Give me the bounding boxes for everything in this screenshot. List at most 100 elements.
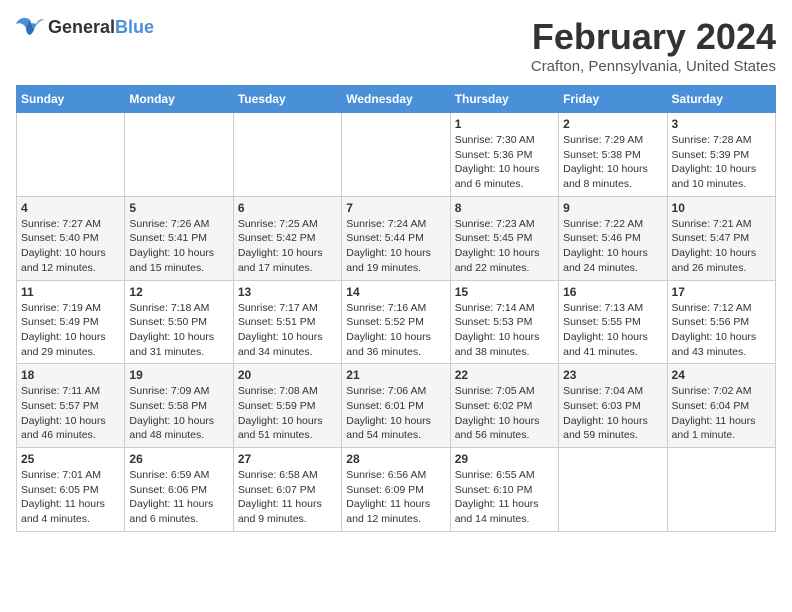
day-number: 10 bbox=[672, 201, 771, 215]
day-cell: 17Sunrise: 7:12 AM Sunset: 5:56 PM Dayli… bbox=[667, 280, 775, 364]
day-info: Sunrise: 7:08 AM Sunset: 5:59 PM Dayligh… bbox=[238, 384, 337, 443]
day-number: 24 bbox=[672, 368, 771, 382]
day-number: 4 bbox=[21, 201, 120, 215]
day-cell: 20 Sunrise: 7:08 AM Sunset: 5:59 PM Dayli… bbox=[233, 364, 341, 448]
day-info: Sunrise: 7:27 AM Sunset: 5:40 PM Dayligh… bbox=[21, 217, 120, 276]
day-cell: 29 Sunrise: 6:55 AM Sunset: 6:10 PM Dayli… bbox=[450, 448, 558, 532]
day-number: 28 bbox=[346, 452, 445, 466]
logo-blue: Blue bbox=[115, 17, 154, 37]
day-cell: 13 Sunrise: 7:17 AM Sunset: 5:51 PM Dayli… bbox=[233, 280, 341, 364]
day-info: Sunrise: 7:22 AM Sunset: 5:46 PM Dayligh… bbox=[563, 217, 662, 276]
day-number: 7 bbox=[346, 201, 445, 215]
day-cell: 10 Sunrise: 7:21 AM Sunset: 5:47 PM Dayli… bbox=[667, 196, 775, 280]
day-number: 27 bbox=[238, 452, 337, 466]
day-info: Sunrise: 7:17 AM Sunset: 5:51 PM Dayligh… bbox=[238, 301, 337, 360]
day-cell: 14Sunrise: 7:16 AM Sunset: 5:52 PM Dayli… bbox=[342, 280, 450, 364]
day-info: Sunrise: 7:23 AM Sunset: 5:45 PM Dayligh… bbox=[455, 217, 554, 276]
day-number: 22 bbox=[455, 368, 554, 382]
weekday-header-tuesday: Tuesday bbox=[233, 86, 341, 113]
day-cell: 27 Sunrise: 6:58 AM Sunset: 6:07 PM Dayli… bbox=[233, 448, 341, 532]
day-info: Sunrise: 7:02 AM Sunset: 6:04 PM Dayligh… bbox=[672, 384, 771, 443]
day-info: Sunrise: 7:26 AM Sunset: 5:41 PM Dayligh… bbox=[129, 217, 228, 276]
day-info: Sunrise: 6:58 AM Sunset: 6:07 PM Dayligh… bbox=[238, 468, 337, 527]
day-cell: 25Sunrise: 7:01 AM Sunset: 6:05 PM Dayli… bbox=[17, 448, 125, 532]
day-cell: 16 Sunrise: 7:13 AM Sunset: 5:55 PM Dayli… bbox=[559, 280, 667, 364]
day-number: 5 bbox=[129, 201, 228, 215]
day-cell: 5 Sunrise: 7:26 AM Sunset: 5:41 PM Daylig… bbox=[125, 196, 233, 280]
day-info: Sunrise: 6:59 AM Sunset: 6:06 PM Dayligh… bbox=[129, 468, 228, 527]
title-block: February 2024 Crafton, Pennsylvania, Uni… bbox=[531, 16, 776, 75]
weekday-header-sunday: Sunday bbox=[17, 86, 125, 113]
day-info: Sunrise: 7:05 AM Sunset: 6:02 PM Dayligh… bbox=[455, 384, 554, 443]
day-cell: 26 Sunrise: 6:59 AM Sunset: 6:06 PM Dayli… bbox=[125, 448, 233, 532]
day-cell bbox=[17, 113, 125, 197]
day-cell bbox=[667, 448, 775, 532]
day-number: 8 bbox=[455, 201, 554, 215]
day-number: 1 bbox=[455, 117, 554, 131]
day-info: Sunrise: 7:24 AM Sunset: 5:44 PM Dayligh… bbox=[346, 217, 445, 276]
week-row-2: 4 Sunrise: 7:27 AM Sunset: 5:40 PM Daylig… bbox=[17, 196, 776, 280]
day-number: 15 bbox=[455, 285, 554, 299]
day-info: Sunrise: 7:04 AM Sunset: 6:03 PM Dayligh… bbox=[563, 384, 662, 443]
day-info: Sunrise: 7:28 AM Sunset: 5:39 PM Dayligh… bbox=[672, 133, 771, 192]
day-number: 2 bbox=[563, 117, 662, 131]
day-cell: 7 Sunrise: 7:24 AM Sunset: 5:44 PM Daylig… bbox=[342, 196, 450, 280]
day-cell: 1 Sunrise: 7:30 AM Sunset: 5:36 PM Daylig… bbox=[450, 113, 558, 197]
day-number: 26 bbox=[129, 452, 228, 466]
day-cell: 18Sunrise: 7:11 AM Sunset: 5:57 PM Dayli… bbox=[17, 364, 125, 448]
day-number: 14 bbox=[346, 285, 445, 299]
day-cell: 6Sunrise: 7:25 AM Sunset: 5:42 PM Daylig… bbox=[233, 196, 341, 280]
day-cell: 23Sunrise: 7:04 AM Sunset: 6:03 PM Dayli… bbox=[559, 364, 667, 448]
day-number: 20 bbox=[238, 368, 337, 382]
weekday-header-row: SundayMondayTuesdayWednesdayThursdayFrid… bbox=[17, 86, 776, 113]
day-number: 29 bbox=[455, 452, 554, 466]
month-title: February 2024 bbox=[531, 16, 776, 58]
day-number: 19 bbox=[129, 368, 228, 382]
logo: GeneralBlue bbox=[16, 16, 154, 38]
week-row-1: 1 Sunrise: 7:30 AM Sunset: 5:36 PM Daylig… bbox=[17, 113, 776, 197]
day-info: Sunrise: 7:06 AM Sunset: 6:01 PM Dayligh… bbox=[346, 384, 445, 443]
day-info: Sunrise: 7:21 AM Sunset: 5:47 PM Dayligh… bbox=[672, 217, 771, 276]
day-number: 6 bbox=[238, 201, 337, 215]
day-cell: 9Sunrise: 7:22 AM Sunset: 5:46 PM Daylig… bbox=[559, 196, 667, 280]
day-number: 21 bbox=[346, 368, 445, 382]
day-cell: 12 Sunrise: 7:18 AM Sunset: 5:50 PM Dayli… bbox=[125, 280, 233, 364]
day-info: Sunrise: 7:13 AM Sunset: 5:55 PM Dayligh… bbox=[563, 301, 662, 360]
day-number: 16 bbox=[563, 285, 662, 299]
calendar: SundayMondayTuesdayWednesdayThursdayFrid… bbox=[16, 85, 776, 532]
day-cell: 28Sunrise: 6:56 AM Sunset: 6:09 PM Dayli… bbox=[342, 448, 450, 532]
weekday-header-wednesday: Wednesday bbox=[342, 86, 450, 113]
week-row-4: 18Sunrise: 7:11 AM Sunset: 5:57 PM Dayli… bbox=[17, 364, 776, 448]
day-cell: 11 Sunrise: 7:19 AM Sunset: 5:49 PM Dayli… bbox=[17, 280, 125, 364]
day-info: Sunrise: 7:19 AM Sunset: 5:49 PM Dayligh… bbox=[21, 301, 120, 360]
day-cell: 3Sunrise: 7:28 AM Sunset: 5:39 PM Daylig… bbox=[667, 113, 775, 197]
logo-bird-icon bbox=[16, 16, 44, 38]
day-info: Sunrise: 7:14 AM Sunset: 5:53 PM Dayligh… bbox=[455, 301, 554, 360]
weekday-header-friday: Friday bbox=[559, 86, 667, 113]
logo-general: General bbox=[48, 17, 115, 37]
day-info: Sunrise: 7:30 AM Sunset: 5:36 PM Dayligh… bbox=[455, 133, 554, 192]
day-number: 11 bbox=[21, 285, 120, 299]
day-cell: 24 Sunrise: 7:02 AM Sunset: 6:04 PM Dayli… bbox=[667, 364, 775, 448]
week-row-5: 25Sunrise: 7:01 AM Sunset: 6:05 PM Dayli… bbox=[17, 448, 776, 532]
week-row-3: 11 Sunrise: 7:19 AM Sunset: 5:49 PM Dayli… bbox=[17, 280, 776, 364]
weekday-header-saturday: Saturday bbox=[667, 86, 775, 113]
location-title: Crafton, Pennsylvania, United States bbox=[531, 58, 776, 75]
day-info: Sunrise: 6:55 AM Sunset: 6:10 PM Dayligh… bbox=[455, 468, 554, 527]
day-cell: 19 Sunrise: 7:09 AM Sunset: 5:58 PM Dayli… bbox=[125, 364, 233, 448]
day-cell: 22 Sunrise: 7:05 AM Sunset: 6:02 PM Dayli… bbox=[450, 364, 558, 448]
day-number: 12 bbox=[129, 285, 228, 299]
day-info: Sunrise: 7:09 AM Sunset: 5:58 PM Dayligh… bbox=[129, 384, 228, 443]
day-info: Sunrise: 7:18 AM Sunset: 5:50 PM Dayligh… bbox=[129, 301, 228, 360]
day-number: 25 bbox=[21, 452, 120, 466]
day-number: 13 bbox=[238, 285, 337, 299]
day-cell bbox=[342, 113, 450, 197]
day-cell: 8 Sunrise: 7:23 AM Sunset: 5:45 PM Daylig… bbox=[450, 196, 558, 280]
day-number: 18 bbox=[21, 368, 120, 382]
day-cell bbox=[559, 448, 667, 532]
day-cell: 21 Sunrise: 7:06 AM Sunset: 6:01 PM Dayli… bbox=[342, 364, 450, 448]
day-cell bbox=[125, 113, 233, 197]
day-number: 17 bbox=[672, 285, 771, 299]
day-cell bbox=[233, 113, 341, 197]
logo-text: GeneralBlue bbox=[48, 17, 154, 38]
